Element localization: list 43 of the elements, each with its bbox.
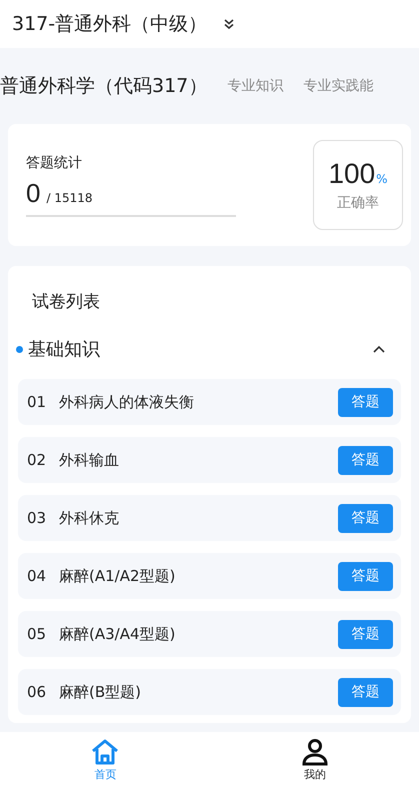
paper-name: 外科休克 [59,508,120,528]
paper-number: 06 [27,683,48,701]
percent-sign: % [376,172,388,186]
answer-button[interactable]: 答题 [338,388,393,416]
total-count: / 15118 [46,190,92,204]
answer-button[interactable]: 答题 [338,678,393,706]
answer-button[interactable]: 答题 [338,620,393,648]
paper-name: 外科病人的体液失衡 [59,392,195,412]
paper-number: 05 [27,625,48,643]
subject-tab[interactable]: 专业实践能 [303,77,374,95]
page-title: 317-普通外科（中级） [12,12,208,37]
double-chevron-down-icon[interactable] [223,18,236,30]
paper-number: 01 [27,393,48,411]
answered-count: 0 [26,178,40,208]
section-title: 基础知识 [28,338,101,361]
nav-label[interactable]: 我的 [304,767,326,782]
answer-button[interactable]: 答题 [338,504,393,532]
paper-name: 麻醉(A3/A4型题) [59,624,176,644]
accuracy-label: 正确率 [337,194,379,212]
stats-title: 答题统计 [26,154,83,172]
chevron-up-icon[interactable] [373,345,385,353]
subject-tab[interactable]: 专业知识 [227,77,284,95]
paper-row[interactable]: 02 外科输血 答题 [18,437,401,483]
paper-row[interactable]: 04 麻醉(A1/A2型题) 答题 [18,553,401,599]
paper-row[interactable]: 06 麻醉(B型题) 答题 [18,669,401,715]
paper-number: 04 [27,567,48,585]
nav-label[interactable]: 首页 [94,767,116,782]
paper-name: 外科输血 [59,450,120,470]
paper-row[interactable]: 05 麻醉(A3/A4型题) 答题 [18,611,401,657]
accuracy-value: 100 [328,158,376,189]
answer-button[interactable]: 答题 [338,446,393,474]
paper-row[interactable]: 01 外科病人的体液失衡 答题 [18,379,401,425]
home-icon[interactable] [90,738,120,766]
user-icon[interactable] [300,738,329,766]
paper-number: 03 [27,509,48,527]
section-dot-icon [16,346,23,352]
paper-name: 麻醉(A1/A2型题) [59,566,176,586]
subject-tab[interactable]: 普通外科学（代码317） [0,73,208,99]
paper-name: 麻醉(B型题) [59,682,142,702]
paper-number: 02 [27,451,48,469]
list-title: 试卷列表 [31,291,101,313]
paper-row[interactable]: 03 外科休克 答题 [18,495,401,541]
answer-button[interactable]: 答题 [338,562,393,590]
